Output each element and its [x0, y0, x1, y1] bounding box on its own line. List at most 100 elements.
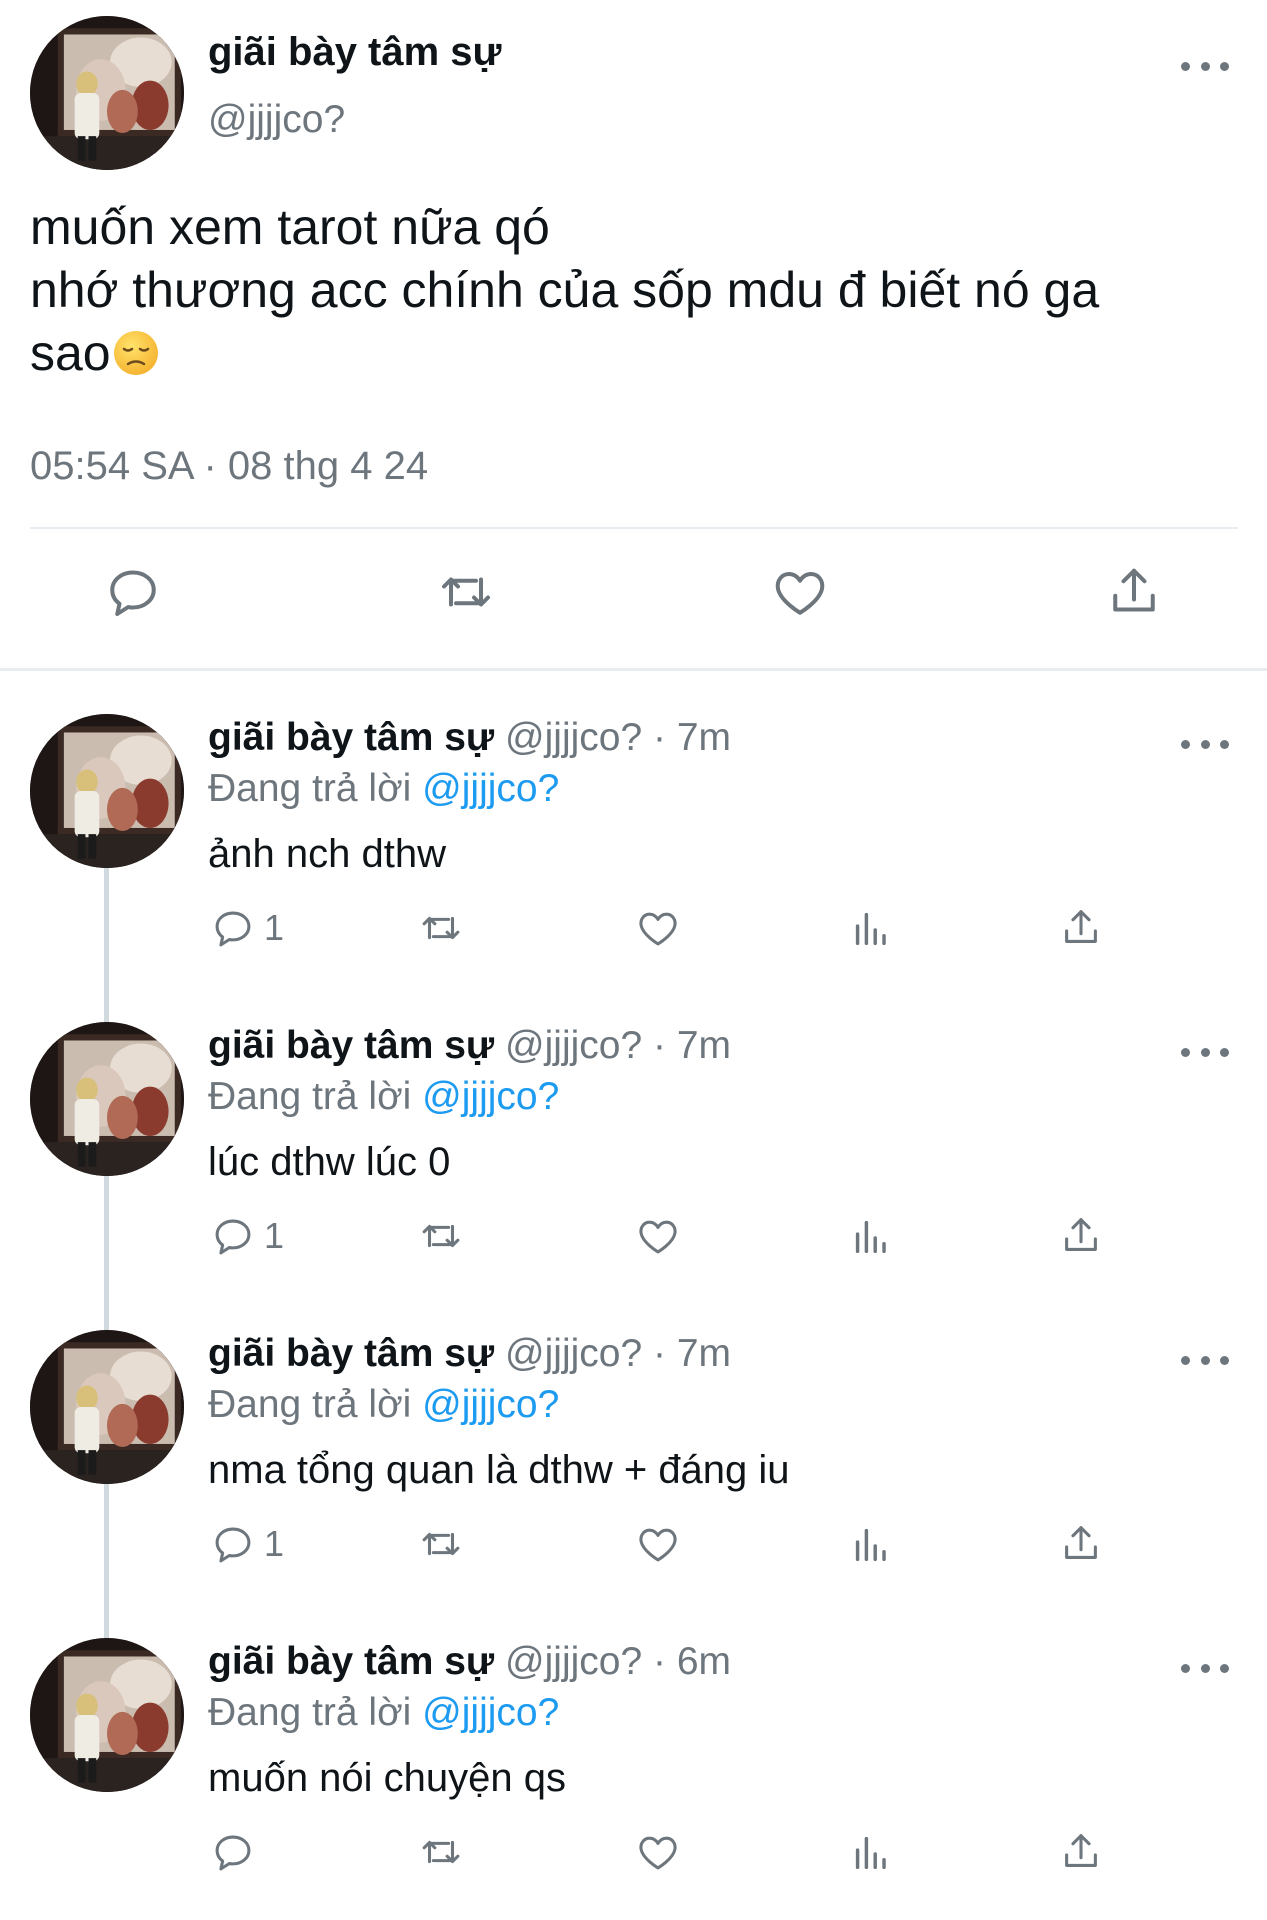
mention-link[interactable]: @jjjjco?: [422, 1075, 559, 1118]
analytics-button[interactable]: [848, 1210, 894, 1262]
like-icon: [639, 1220, 677, 1254]
reply-tweet[interactable]: giãi bày tâm sự @jjjjco? · 6m Đang trả l…: [0, 1594, 1267, 1902]
reply-count: 1: [264, 907, 285, 948]
like-icon: [639, 912, 677, 946]
avatar[interactable]: [30, 16, 184, 170]
reply-text: ảnh nch dthw: [208, 832, 446, 876]
reply-actions: 1: [0, 902, 1267, 958]
more-options-icon[interactable]: [1181, 734, 1229, 754]
reply-button[interactable]: 1: [210, 1518, 284, 1570]
reply-actions: [0, 1826, 1267, 1882]
analytics-button[interactable]: [848, 902, 894, 954]
retweet-button[interactable]: [434, 560, 498, 624]
share-button[interactable]: [1058, 1210, 1104, 1262]
reply-actions: 1: [0, 1210, 1267, 1266]
retweet-icon: [422, 1224, 460, 1248]
mention-link[interactable]: @jjjjco?: [422, 1691, 559, 1734]
reply-header: giãi bày tâm sự @jjjjco? · 7m: [208, 1332, 731, 1376]
more-options-icon[interactable]: [1181, 1658, 1229, 1678]
analytics-icon: [855, 1528, 886, 1562]
analytics-button[interactable]: [848, 1826, 894, 1878]
reply-header: giãi bày tâm sự @jjjjco? · 7m: [208, 716, 731, 760]
share-button[interactable]: [1058, 1518, 1104, 1570]
avatar[interactable]: [30, 1022, 184, 1176]
replying-to: Đang trả lời @jjjjco?: [208, 1691, 559, 1735]
tweet-timestamp[interactable]: 05:54 SA · 08 thg 4 24: [30, 444, 428, 489]
share-icon: [1065, 1526, 1097, 1559]
reply-button[interactable]: 1: [210, 1210, 284, 1262]
user-handle[interactable]: @jjjjco?: [208, 98, 345, 142]
reply-tweet[interactable]: giãi bày tâm sự @jjjjco? · 7m Đang trả l…: [0, 978, 1267, 1286]
reply-time[interactable]: 7m: [677, 716, 731, 759]
reply-time[interactable]: 6m: [677, 1640, 731, 1683]
share-button[interactable]: [1102, 560, 1166, 624]
reply-button[interactable]: [101, 560, 165, 624]
avatar[interactable]: [30, 1638, 184, 1792]
user-handle[interactable]: @jjjjco?: [505, 1024, 642, 1067]
reply-text: lúc dthw lúc 0: [208, 1140, 451, 1184]
reply-button[interactable]: 1: [210, 902, 284, 954]
mention-link[interactable]: @jjjjco?: [422, 1383, 559, 1426]
retweet-button[interactable]: [418, 1518, 464, 1570]
replying-to: Đang trả lời @jjjjco?: [208, 767, 559, 811]
like-icon: [639, 1528, 677, 1562]
user-handle[interactable]: @jjjjco?: [505, 1640, 642, 1683]
tweet-text-line: muốn xem tarot nữa qó: [30, 199, 550, 255]
like-button[interactable]: [768, 560, 832, 624]
mention-link[interactable]: @jjjjco?: [422, 767, 559, 810]
replying-to-label: Đang trả lời: [208, 767, 412, 810]
share-icon: [1113, 568, 1155, 612]
reply-actions: 1: [0, 1518, 1267, 1574]
replying-to-label: Đang trả lời: [208, 1691, 412, 1734]
display-name[interactable]: giãi bày tâm sự: [208, 1332, 494, 1375]
retweet-icon: [442, 577, 490, 607]
reply-icon: [215, 1219, 251, 1255]
share-button[interactable]: [1058, 902, 1104, 954]
reply-text: muốn nói chuyện qs: [208, 1756, 567, 1800]
separator-dot: ·: [653, 1024, 667, 1067]
reply-text: nma tổng quan là dthw + đáng iu: [208, 1448, 790, 1492]
display-name[interactable]: giãi bày tâm sự: [208, 30, 502, 75]
separator-dot: ·: [653, 1640, 667, 1683]
share-icon: [1065, 1834, 1097, 1867]
share-button[interactable]: [1058, 1826, 1104, 1878]
display-name[interactable]: giãi bày tâm sự: [208, 1024, 494, 1067]
like-button[interactable]: [635, 1518, 681, 1570]
tweet-text: muốn xem tarot nữa qó nhớ thương acc chí…: [30, 196, 1240, 385]
replying-to: Đang trả lời @jjjjco?: [208, 1383, 559, 1427]
separator-dot: ·: [653, 1332, 667, 1375]
like-button[interactable]: [635, 1210, 681, 1262]
more-options-icon[interactable]: [1181, 56, 1229, 76]
display-name[interactable]: giãi bày tâm sự: [208, 716, 494, 759]
reply-button[interactable]: [210, 1826, 264, 1878]
retweet-icon: [422, 1840, 460, 1864]
reply-time[interactable]: 7m: [677, 1332, 731, 1375]
user-handle[interactable]: @jjjjco?: [505, 1332, 642, 1375]
user-handle[interactable]: @jjjjco?: [505, 716, 642, 759]
more-options-icon[interactable]: [1181, 1042, 1229, 1062]
tweet-text-line: sao: [30, 325, 111, 381]
disappointed-face-icon: [113, 331, 158, 375]
reply-tweet[interactable]: giãi bày tâm sự @jjjjco? · 7m Đang trả l…: [0, 670, 1267, 978]
retweet-button[interactable]: [418, 902, 464, 954]
avatar[interactable]: [30, 1330, 184, 1484]
more-options-icon[interactable]: [1181, 1350, 1229, 1370]
reply-count: 1: [264, 1523, 285, 1564]
reply-icon: [215, 1835, 251, 1871]
like-button[interactable]: [635, 1826, 681, 1878]
retweet-button[interactable]: [418, 1826, 464, 1878]
divider: [30, 527, 1238, 529]
replying-to: Đang trả lời @jjjjco?: [208, 1075, 559, 1119]
main-tweet: giãi bày tâm sự @jjjjco? muốn xem tarot …: [0, 0, 1267, 671]
avatar[interactable]: [30, 714, 184, 868]
reply-time[interactable]: 7m: [677, 1024, 731, 1067]
reply-icon: [215, 1527, 251, 1563]
reply-header: giãi bày tâm sự @jjjjco? · 6m: [208, 1640, 731, 1684]
display-name[interactable]: giãi bày tâm sự: [208, 1640, 494, 1683]
like-button[interactable]: [635, 902, 681, 954]
retweet-button[interactable]: [418, 1210, 464, 1262]
analytics-button[interactable]: [848, 1518, 894, 1570]
tweet-text-line: nhớ thương acc chính của sốp mdu đ biết …: [30, 262, 1100, 318]
reply-tweet[interactable]: giãi bày tâm sự @jjjjco? · 7m Đang trả l…: [0, 1286, 1267, 1594]
like-icon: [639, 1836, 677, 1870]
